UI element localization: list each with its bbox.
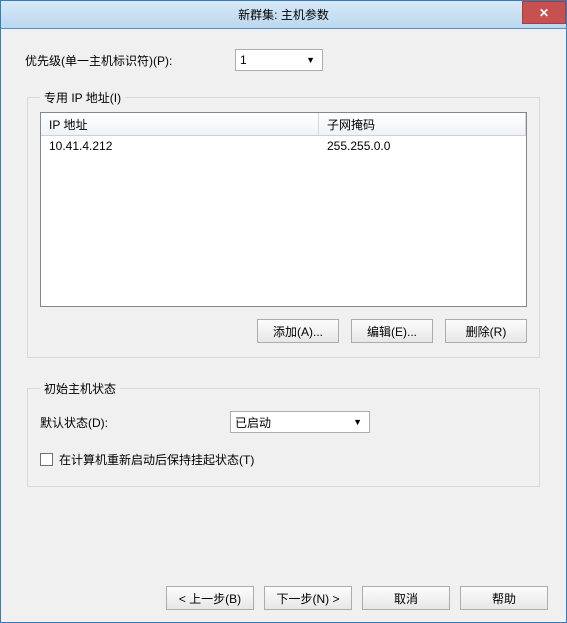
ip-table[interactable]: IP 地址 子网掩码 10.41.4.212 255.255.0.0 [40, 112, 527, 307]
dialog-window: 新群集: 主机参数 ✕ 优先级(单一主机标识符)(P): 1 ▼ 专用 IP 地… [0, 0, 567, 623]
initial-state-group: 初始主机状态 默认状态(D): 已启动 ▼ 在计算机重新启动后保持挂起状态(T) [27, 380, 540, 487]
back-button[interactable]: < 上一步(B) [166, 586, 254, 610]
ip-button-row: 添加(A)... 编辑(E)... 删除(R) [40, 319, 527, 343]
column-ip[interactable]: IP 地址 [41, 113, 319, 135]
content-area: 优先级(单一主机标识符)(P): 1 ▼ 专用 IP 地址(I) IP 地址 子… [1, 29, 566, 499]
cell-ip: 10.41.4.212 [41, 139, 319, 153]
priority-row: 优先级(单一主机标识符)(P): 1 ▼ [25, 49, 542, 71]
default-state-value: 已启动 [235, 414, 271, 431]
close-button[interactable]: ✕ [522, 1, 566, 24]
retain-suspend-row: 在计算机重新启动后保持挂起状态(T) [40, 451, 527, 468]
priority-value: 1 [240, 53, 247, 67]
next-button[interactable]: 下一步(N) > [264, 586, 352, 610]
default-state-row: 默认状态(D): 已启动 ▼ [40, 411, 527, 433]
table-row[interactable]: 10.41.4.212 255.255.0.0 [41, 136, 526, 156]
initial-state-legend: 初始主机状态 [40, 380, 120, 397]
window-title: 新群集: 主机参数 [238, 6, 329, 23]
help-button[interactable]: 帮助 [460, 586, 548, 610]
default-state-select[interactable]: 已启动 ▼ [230, 411, 370, 433]
cancel-button[interactable]: 取消 [362, 586, 450, 610]
close-icon: ✕ [539, 6, 549, 20]
chevron-down-icon: ▼ [353, 417, 362, 427]
priority-select[interactable]: 1 ▼ [235, 49, 323, 71]
add-button[interactable]: 添加(A)... [257, 319, 339, 343]
dedicated-ip-group: 专用 IP 地址(I) IP 地址 子网掩码 10.41.4.212 255.2… [27, 89, 540, 358]
chevron-down-icon: ▼ [306, 55, 315, 65]
table-header: IP 地址 子网掩码 [41, 113, 526, 136]
dedicated-ip-legend: 专用 IP 地址(I) [40, 89, 125, 106]
column-mask[interactable]: 子网掩码 [319, 113, 526, 135]
retain-suspend-checkbox[interactable] [40, 453, 53, 466]
titlebar: 新群集: 主机参数 ✕ [1, 1, 566, 29]
edit-button[interactable]: 编辑(E)... [351, 319, 433, 343]
retain-suspend-label[interactable]: 在计算机重新启动后保持挂起状态(T) [59, 451, 254, 468]
remove-button[interactable]: 删除(R) [445, 319, 527, 343]
wizard-footer: < 上一步(B) 下一步(N) > 取消 帮助 [1, 574, 566, 622]
priority-label: 优先级(单一主机标识符)(P): [25, 52, 235, 69]
default-state-label: 默认状态(D): [40, 414, 230, 431]
cell-mask: 255.255.0.0 [319, 139, 526, 153]
